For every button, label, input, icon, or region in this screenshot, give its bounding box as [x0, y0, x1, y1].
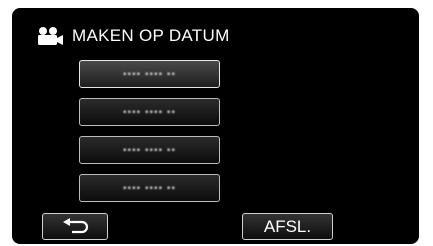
date-label: ▪▪▪▪ ▪▪▪▪ ▪▪	[122, 68, 176, 80]
return-arrow-icon	[63, 217, 89, 233]
end-button-label: AFSL.	[263, 216, 312, 236]
date-list: ▪▪▪▪ ▪▪▪▪ ▪▪ ▪▪▪▪ ▪▪▪▪ ▪▪ ▪▪▪▪ ▪▪▪▪ ▪▪ ▪…	[79, 60, 222, 212]
header: MAKEN OP DATUM	[34, 24, 230, 48]
date-label: ▪▪▪▪ ▪▪▪▪ ▪▪	[122, 144, 176, 156]
date-label: ▪▪▪▪ ▪▪▪▪ ▪▪	[122, 182, 176, 194]
end-button[interactable]: AFSL.	[242, 213, 333, 240]
date-button-2[interactable]: ▪▪▪▪ ▪▪▪▪ ▪▪	[79, 98, 220, 126]
date-button-4[interactable]: ▪▪▪▪ ▪▪▪▪ ▪▪	[79, 174, 220, 202]
date-button-3[interactable]: ▪▪▪▪ ▪▪▪▪ ▪▪	[79, 136, 220, 164]
back-button[interactable]	[42, 213, 108, 240]
camera-screen: MAKEN OP DATUM ▪▪▪▪ ▪▪▪▪ ▪▪ ▪▪▪▪ ▪▪▪▪ ▪▪…	[12, 8, 419, 244]
date-button-1[interactable]: ▪▪▪▪ ▪▪▪▪ ▪▪	[79, 60, 220, 88]
video-camera-icon	[38, 27, 63, 45]
date-label: ▪▪▪▪ ▪▪▪▪ ▪▪	[122, 106, 176, 118]
page-title: MAKEN OP DATUM	[72, 26, 230, 45]
